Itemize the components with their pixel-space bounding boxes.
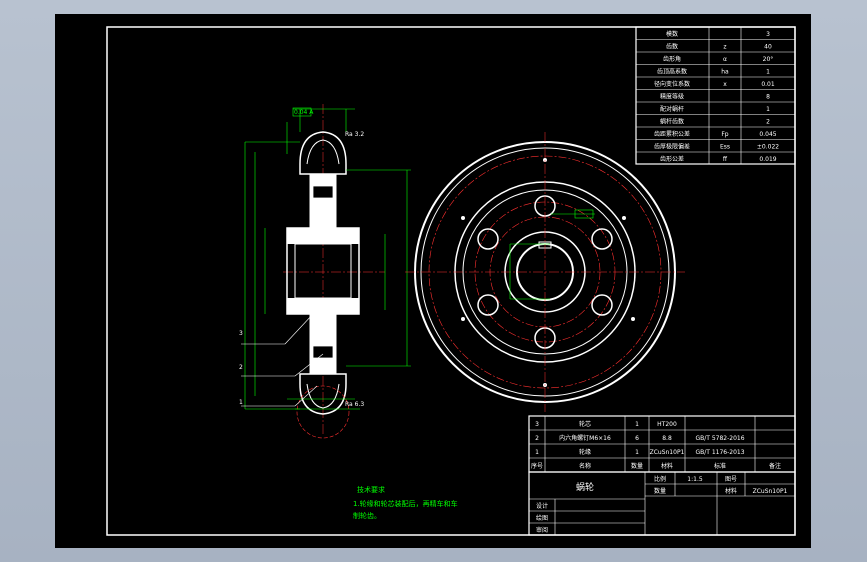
svg-text:Ess: Ess [720, 144, 730, 151]
svg-text:1.轮缘和轮芯装配后，再精车和车: 1.轮缘和轮芯装配后，再精车和车 [353, 499, 458, 508]
bom-no: 3 [535, 421, 539, 428]
svg-text:1: 1 [766, 69, 770, 76]
svg-text:齿距累积公差: 齿距累积公差 [654, 130, 690, 138]
material-value: ZCuSn10P1 [753, 488, 788, 495]
svg-text:0.01: 0.01 [761, 81, 775, 88]
svg-text:GB/T 5782-2016: GB/T 5782-2016 [695, 435, 744, 442]
svg-text:配对蜗杆: 配对蜗杆 [660, 105, 684, 113]
roughness-mark-bottom: Ra 6.3 [345, 401, 364, 408]
svg-text:技术要求: 技术要求 [357, 485, 385, 494]
svg-text:绘图: 绘图 [536, 514, 548, 522]
svg-text:齿形公差: 齿形公差 [660, 155, 684, 163]
tolerance-frame: 0.04 A [294, 109, 314, 116]
svg-text:ff: ff [723, 156, 728, 163]
svg-text:设计: 设计 [536, 502, 548, 510]
param-table: 模数 3 齿数 z 40 齿形角 α 20° 齿顶高系数 ha 1 径向变位系数… [635, 26, 796, 165]
callout-3: 3 [239, 330, 243, 337]
svg-text:0.045: 0.045 [759, 131, 776, 138]
svg-text:GB/T 1176-2013: GB/T 1176-2013 [695, 449, 744, 456]
svg-text:HT200: HT200 [657, 421, 677, 428]
title-block: 蜗轮 比例 1:1.5 图号 数量 材料 ZCuSn10P1 设计 绘图 审阅 [528, 471, 796, 536]
svg-text:图号: 图号 [725, 476, 737, 483]
svg-text:齿厚极限偏差: 齿厚极限偏差 [654, 143, 690, 151]
svg-text:1: 1 [635, 421, 639, 428]
svg-text:齿数: 齿数 [666, 43, 678, 51]
svg-text:1: 1 [635, 449, 639, 456]
svg-text:8.8: 8.8 [662, 435, 672, 442]
roughness-mark: Ra 3.2 [345, 131, 364, 138]
svg-text:±0.022: ±0.022 [757, 144, 779, 151]
bom-table: 3 轮芯 1 HT200 2 内六角螺钉M6×16 6 8.8 GB/T 578… [528, 415, 796, 473]
svg-text:齿顶高系数: 齿顶高系数 [657, 68, 687, 76]
svg-text:0.019: 0.019 [759, 156, 776, 163]
section-view[interactable]: 3 2 1 0.04 A Ra 3.2 Ra 6.3 [239, 104, 411, 439]
svg-text:标准: 标准 [714, 462, 726, 470]
svg-text:3: 3 [766, 31, 770, 38]
svg-text:数量: 数量 [631, 462, 643, 470]
svg-text:ZCuSn10P1: ZCuSn10P1 [650, 449, 685, 456]
svg-text:精度等级: 精度等级 [660, 93, 684, 101]
cad-viewport[interactable]: 模数 3 齿数 z 40 齿形角 α 20° 齿顶高系数 ha 1 径向变位系数… [0, 0, 867, 562]
svg-text:数量: 数量 [654, 487, 666, 495]
svg-text:比例: 比例 [654, 475, 666, 483]
svg-text:α: α [723, 56, 727, 63]
param-label: 模数 [666, 30, 678, 38]
svg-text:内六角螺钉M6×16: 内六角螺钉M6×16 [559, 434, 611, 442]
tech-requirements: 技术要求 1.轮缘和轮芯装配后，再精车和车 制轮齿。 [353, 485, 458, 520]
sheet-border [106, 26, 796, 536]
front-view[interactable] [405, 132, 685, 412]
svg-text:蜗杆齿数: 蜗杆齿数 [660, 118, 684, 126]
screw-holes [461, 158, 635, 387]
svg-text:ha: ha [721, 69, 729, 76]
callout-2: 2 [239, 364, 243, 371]
drawing-svg: 模数 3 齿数 z 40 齿形角 α 20° 齿顶高系数 ha 1 径向变位系数… [106, 26, 796, 536]
svg-text:审阅: 审阅 [536, 526, 548, 534]
svg-text:材料: 材料 [661, 462, 673, 470]
svg-text:Fp: Fp [721, 131, 728, 138]
scale-value: 1:1.5 [687, 476, 703, 483]
svg-text:径向变位系数: 径向变位系数 [654, 80, 690, 88]
svg-text:轮缘: 轮缘 [579, 448, 591, 456]
svg-text:制轮齿。: 制轮齿。 [353, 511, 381, 520]
svg-text:2: 2 [766, 119, 770, 126]
svg-text:20°: 20° [763, 56, 774, 63]
svg-text:x: x [723, 81, 727, 88]
svg-text:z: z [723, 44, 726, 51]
bom-name: 轮芯 [579, 420, 591, 428]
svg-text:名称: 名称 [579, 462, 591, 470]
svg-text:2: 2 [535, 435, 539, 442]
drawing-sheet[interactable]: 模数 3 齿数 z 40 齿形角 α 20° 齿顶高系数 ha 1 径向变位系数… [55, 14, 811, 548]
svg-text:齿形角: 齿形角 [663, 55, 681, 63]
svg-text:1: 1 [535, 449, 539, 456]
svg-text:1: 1 [766, 106, 770, 113]
callout-1: 1 [239, 399, 243, 406]
svg-text:6: 6 [635, 435, 639, 442]
svg-text:8: 8 [766, 94, 770, 101]
drawing-title: 蜗轮 [576, 481, 594, 493]
svg-text:40: 40 [764, 44, 772, 51]
bom-header: 序号 [531, 462, 543, 470]
svg-text:备注: 备注 [769, 462, 781, 470]
svg-text:材料: 材料 [725, 487, 737, 495]
